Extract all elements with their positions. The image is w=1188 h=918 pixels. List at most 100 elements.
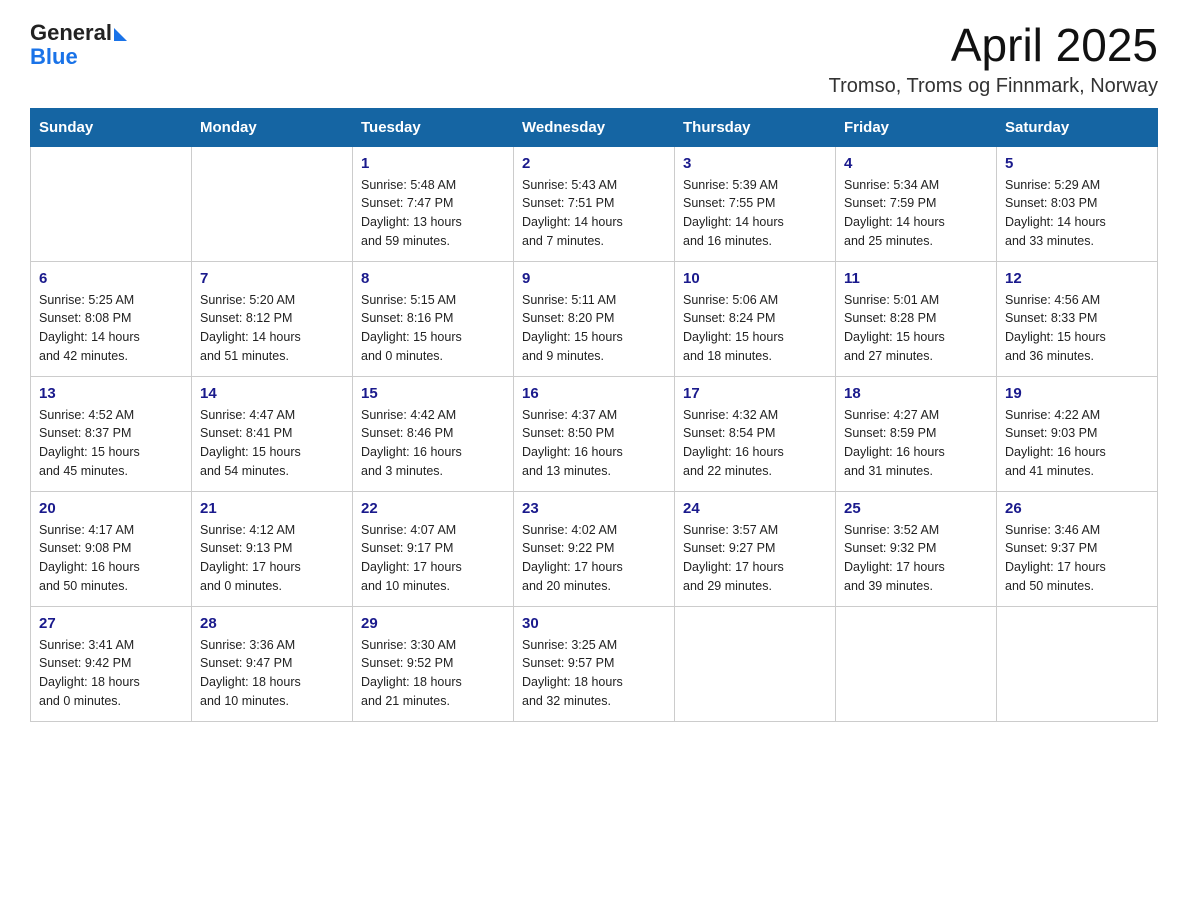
calendar-cell: 21Sunrise: 4:12 AM Sunset: 9:13 PM Dayli…	[192, 491, 353, 606]
day-number: 22	[361, 500, 505, 517]
day-number: 12	[1005, 270, 1149, 287]
day-number: 28	[200, 615, 344, 632]
week-row-1: 1 Sunrise: 5:48 AM Sunset: 7:47 PM Daylig…	[31, 146, 1158, 261]
calendar-cell: 29 Sunrise: 3:30 AM Sunset: 9:52 PM Dayli…	[353, 606, 514, 721]
day-number: 3	[683, 155, 827, 172]
day-info: Sunrise: 5:11 AM Sunset: 8:20 PM Dayligh…	[522, 291, 666, 366]
day-info: Sunrise: 4:47 AM Sunset: 8:41 PM Dayligh…	[200, 406, 344, 481]
calendar-cell: 27 Sunrise: 3:41 AM Sunset: 9:42 PM Dayli…	[31, 606, 192, 721]
day-info: Sunrise: 4:12 AM Sunset: 9:13 PM Dayligh…	[200, 521, 344, 596]
day-info: Sunrise: 4:42 AM Sunset: 8:46 PM Dayligh…	[361, 406, 505, 481]
calendar-cell: 1 Sunrise: 5:48 AM Sunset: 7:47 PM Daylig…	[353, 146, 514, 261]
day-number: 9	[522, 270, 666, 287]
calendar-cell	[997, 606, 1158, 721]
day-number: 15	[361, 385, 505, 402]
calendar-cell: 18 Sunrise: 4:27 AM Sunset: 8:59 PM Dayli…	[836, 376, 997, 491]
calendar-cell	[675, 606, 836, 721]
logo-general-text: General	[30, 20, 112, 46]
calendar-cell: 13Sunrise: 4:52 AM Sunset: 8:37 PM Dayli…	[31, 376, 192, 491]
day-number: 5	[1005, 155, 1149, 172]
calendar-cell: 22Sunrise: 4:07 AM Sunset: 9:17 PM Dayli…	[353, 491, 514, 606]
day-number: 16	[522, 385, 666, 402]
header-cell-sunday: Sunday	[31, 108, 192, 146]
day-number: 24	[683, 500, 827, 517]
day-number: 8	[361, 270, 505, 287]
day-info: Sunrise: 5:34 AM Sunset: 7:59 PM Dayligh…	[844, 176, 988, 251]
day-info: Sunrise: 4:22 AM Sunset: 9:03 PM Dayligh…	[1005, 406, 1149, 481]
week-row-3: 13Sunrise: 4:52 AM Sunset: 8:37 PM Dayli…	[31, 376, 1158, 491]
logo-blue-text: Blue	[30, 44, 78, 70]
title-block: April 2025 Tromso, Troms og Finnmark, No…	[829, 20, 1158, 98]
page-header: General Blue April 2025 Tromso, Troms og…	[30, 20, 1158, 98]
calendar-cell: 12 Sunrise: 4:56 AM Sunset: 8:33 PM Dayli…	[997, 261, 1158, 376]
calendar-cell: 28 Sunrise: 3:36 AM Sunset: 9:47 PM Dayli…	[192, 606, 353, 721]
header-row: SundayMondayTuesdayWednesdayThursdayFrid…	[31, 108, 1158, 146]
day-info: Sunrise: 5:01 AM Sunset: 8:28 PM Dayligh…	[844, 291, 988, 366]
day-info: Sunrise: 3:57 AM Sunset: 9:27 PM Dayligh…	[683, 521, 827, 596]
calendar-cell	[192, 146, 353, 261]
calendar-cell: 5 Sunrise: 5:29 AM Sunset: 8:03 PM Daylig…	[997, 146, 1158, 261]
day-info: Sunrise: 3:36 AM Sunset: 9:47 PM Dayligh…	[200, 636, 344, 711]
month-year-title: April 2025	[829, 20, 1158, 71]
day-info: Sunrise: 5:06 AM Sunset: 8:24 PM Dayligh…	[683, 291, 827, 366]
calendar-header: SundayMondayTuesdayWednesdayThursdayFrid…	[31, 108, 1158, 146]
day-info: Sunrise: 4:27 AM Sunset: 8:59 PM Dayligh…	[844, 406, 988, 481]
day-info: Sunrise: 5:29 AM Sunset: 8:03 PM Dayligh…	[1005, 176, 1149, 251]
day-number: 29	[361, 615, 505, 632]
calendar-cell: 7 Sunrise: 5:20 AM Sunset: 8:12 PM Daylig…	[192, 261, 353, 376]
day-info: Sunrise: 5:43 AM Sunset: 7:51 PM Dayligh…	[522, 176, 666, 251]
day-info: Sunrise: 3:41 AM Sunset: 9:42 PM Dayligh…	[39, 636, 183, 711]
day-number: 25	[844, 500, 988, 517]
day-number: 18	[844, 385, 988, 402]
calendar-cell: 16 Sunrise: 4:37 AM Sunset: 8:50 PM Dayli…	[514, 376, 675, 491]
header-cell-tuesday: Tuesday	[353, 108, 514, 146]
day-info: Sunrise: 5:25 AM Sunset: 8:08 PM Dayligh…	[39, 291, 183, 366]
calendar-cell: 30 Sunrise: 3:25 AM Sunset: 9:57 PM Dayli…	[514, 606, 675, 721]
day-number: 4	[844, 155, 988, 172]
calendar-cell: 2 Sunrise: 5:43 AM Sunset: 7:51 PM Daylig…	[514, 146, 675, 261]
calendar-cell: 11 Sunrise: 5:01 AM Sunset: 8:28 PM Dayli…	[836, 261, 997, 376]
logo-triangle-icon	[114, 28, 127, 41]
day-number: 30	[522, 615, 666, 632]
calendar-cell: 17Sunrise: 4:32 AM Sunset: 8:54 PM Dayli…	[675, 376, 836, 491]
header-cell-wednesday: Wednesday	[514, 108, 675, 146]
day-number: 26	[1005, 500, 1149, 517]
day-number: 19	[1005, 385, 1149, 402]
calendar-body: 1 Sunrise: 5:48 AM Sunset: 7:47 PM Daylig…	[31, 146, 1158, 721]
day-info: Sunrise: 4:52 AM Sunset: 8:37 PM Dayligh…	[39, 406, 183, 481]
day-info: Sunrise: 5:39 AM Sunset: 7:55 PM Dayligh…	[683, 176, 827, 251]
day-info: Sunrise: 5:20 AM Sunset: 8:12 PM Dayligh…	[200, 291, 344, 366]
calendar-cell	[836, 606, 997, 721]
calendar-cell: 6 Sunrise: 5:25 AM Sunset: 8:08 PM Daylig…	[31, 261, 192, 376]
calendar-cell: 3 Sunrise: 5:39 AM Sunset: 7:55 PM Daylig…	[675, 146, 836, 261]
header-cell-saturday: Saturday	[997, 108, 1158, 146]
day-number: 23	[522, 500, 666, 517]
day-number: 14	[200, 385, 344, 402]
calendar-cell: 15 Sunrise: 4:42 AM Sunset: 8:46 PM Dayli…	[353, 376, 514, 491]
day-info: Sunrise: 4:37 AM Sunset: 8:50 PM Dayligh…	[522, 406, 666, 481]
day-info: Sunrise: 3:30 AM Sunset: 9:52 PM Dayligh…	[361, 636, 505, 711]
location-subtitle: Tromso, Troms og Finnmark, Norway	[829, 75, 1158, 98]
week-row-2: 6 Sunrise: 5:25 AM Sunset: 8:08 PM Daylig…	[31, 261, 1158, 376]
day-info: Sunrise: 5:48 AM Sunset: 7:47 PM Dayligh…	[361, 176, 505, 251]
day-number: 27	[39, 615, 183, 632]
day-info: Sunrise: 3:46 AM Sunset: 9:37 PM Dayligh…	[1005, 521, 1149, 596]
day-number: 2	[522, 155, 666, 172]
day-info: Sunrise: 4:17 AM Sunset: 9:08 PM Dayligh…	[39, 521, 183, 596]
calendar-cell: 19 Sunrise: 4:22 AM Sunset: 9:03 PM Dayli…	[997, 376, 1158, 491]
calendar-cell: 26 Sunrise: 3:46 AM Sunset: 9:37 PM Dayli…	[997, 491, 1158, 606]
calendar-cell: 23Sunrise: 4:02 AM Sunset: 9:22 PM Dayli…	[514, 491, 675, 606]
calendar-table: SundayMondayTuesdayWednesdayThursdayFrid…	[30, 108, 1158, 722]
day-number: 1	[361, 155, 505, 172]
day-info: Sunrise: 3:52 AM Sunset: 9:32 PM Dayligh…	[844, 521, 988, 596]
header-cell-thursday: Thursday	[675, 108, 836, 146]
day-number: 11	[844, 270, 988, 287]
day-number: 6	[39, 270, 183, 287]
logo: General Blue	[30, 20, 127, 70]
day-info: Sunrise: 4:56 AM Sunset: 8:33 PM Dayligh…	[1005, 291, 1149, 366]
calendar-cell	[31, 146, 192, 261]
calendar-cell: 8Sunrise: 5:15 AM Sunset: 8:16 PM Daylig…	[353, 261, 514, 376]
day-info: Sunrise: 3:25 AM Sunset: 9:57 PM Dayligh…	[522, 636, 666, 711]
day-number: 7	[200, 270, 344, 287]
day-number: 17	[683, 385, 827, 402]
